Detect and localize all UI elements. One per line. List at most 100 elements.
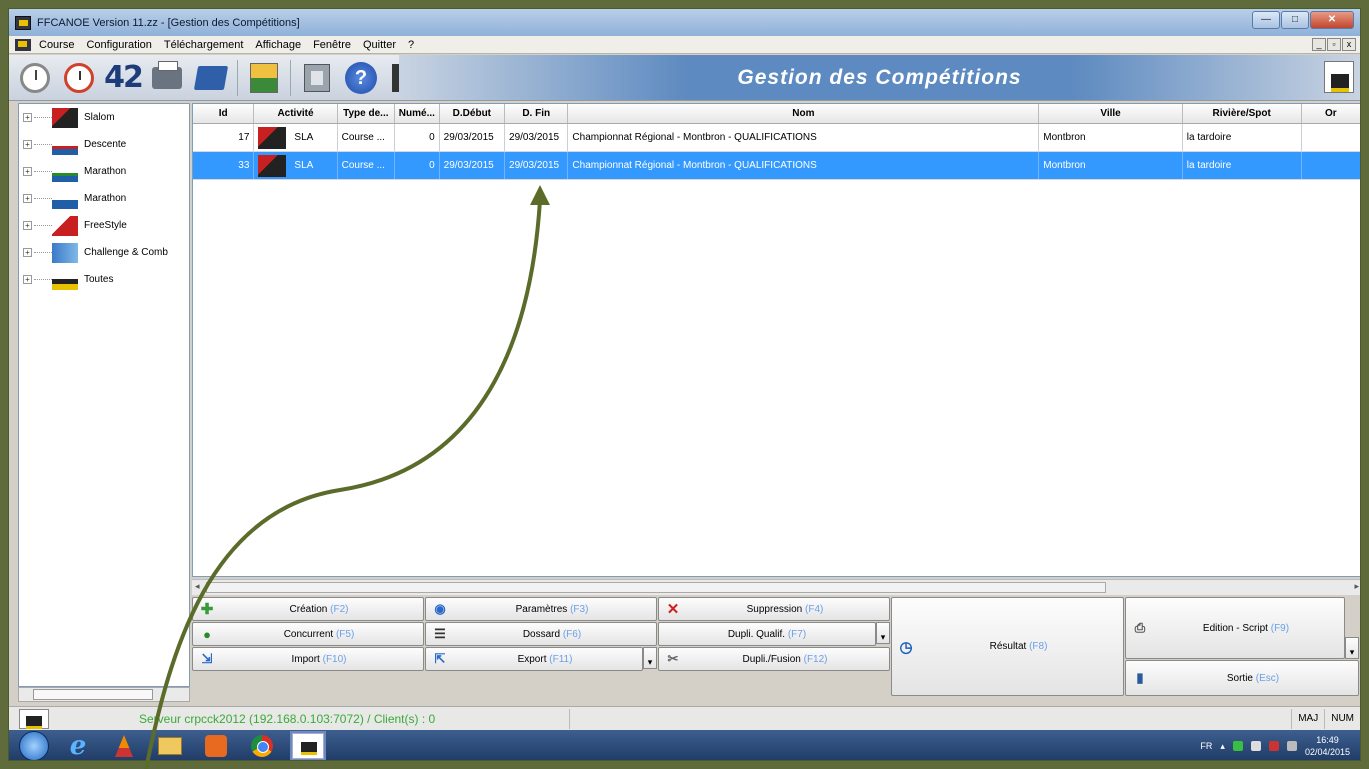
menu-quitter[interactable]: Quitter (357, 39, 402, 51)
battery-icon[interactable] (1250, 741, 1261, 751)
tree-item-toutes[interactable]: + Toutes (19, 266, 189, 293)
table-row[interactable]: 17 SLA Course ... 0 29/03/2015 29/03/201… (193, 124, 1360, 152)
creation-button[interactable]: ✚ Création (F2) (192, 597, 424, 621)
internet-explorer-icon: e (69, 731, 87, 761)
chrono-button[interactable] (17, 60, 53, 96)
menu-telechargement[interactable]: Téléchargement (158, 39, 250, 51)
tree-item-marathon[interactable]: + Marathon (19, 158, 189, 185)
sortie-button[interactable]: ▮ Sortie (Esc) (1125, 660, 1359, 696)
tree-item-descente[interactable]: + Descente (19, 131, 189, 158)
person-icon: ● (203, 626, 211, 642)
tree-item-label: Toutes (84, 274, 114, 285)
scroll-right-icon[interactable]: ▸ (1354, 581, 1359, 592)
expand-icon[interactable]: + (23, 113, 32, 122)
timer-button[interactable] (61, 60, 97, 96)
grid-scrollbar[interactable]: ◂ ▸ (192, 579, 1360, 595)
documents-button[interactable] (299, 60, 335, 96)
network-icon[interactable] (1232, 741, 1243, 751)
suppression-button[interactable]: ✕ Suppression (F4) (658, 597, 890, 621)
col-header-date-fin[interactable]: D. Fin (505, 104, 569, 123)
button-label: Paramètres (515, 603, 568, 615)
col-header-ville[interactable]: Ville (1039, 104, 1183, 123)
menu-affichage[interactable]: Affichage (249, 39, 307, 51)
tree-item-slalom[interactable]: + Slalom (19, 104, 189, 131)
taskbar-explorer[interactable] (153, 732, 187, 760)
expand-icon[interactable]: + (23, 167, 32, 176)
col-header-activite[interactable]: Activité (254, 104, 338, 123)
cell-or (1302, 124, 1360, 151)
col-header-or[interactable]: Or (1302, 104, 1360, 123)
window-title: FFCANOE Version 11.zz - [Gestion des Com… (37, 16, 300, 29)
taskbar-ie[interactable]: e (61, 731, 95, 761)
col-header-id[interactable]: Id (193, 104, 255, 123)
menu-help[interactable]: ? (402, 39, 420, 51)
language-indicator[interactable]: FR (1200, 741, 1212, 751)
expand-icon[interactable]: + (23, 140, 32, 149)
dupli-fusion-button[interactable]: ✂ Dupli./Fusion (F12) (658, 647, 890, 671)
scrollbar-thumb[interactable] (206, 582, 1106, 593)
menu-configuration[interactable]: Configuration (80, 39, 157, 51)
download-icon (250, 62, 278, 93)
taskbar-app[interactable] (199, 732, 233, 760)
col-header-numero[interactable]: Numé... (395, 104, 440, 123)
files-button[interactable] (193, 60, 229, 96)
counter-button[interactable]: 42 (104, 60, 144, 96)
dupli-qualif-button[interactable]: Dupli. Qualif. (F7) (658, 622, 876, 646)
edition-dropdown[interactable]: ▾ (1345, 637, 1359, 659)
expand-icon[interactable]: + (23, 221, 32, 230)
tree-scrollbar[interactable] (18, 687, 190, 702)
stopwatch-icon (64, 62, 94, 93)
expand-icon[interactable]: + (23, 248, 32, 257)
toolbar: 42 ? Gestion des Compétitions (9, 55, 1360, 101)
import-button[interactable]: ⇲ Import (F10) (192, 647, 424, 671)
resultat-button[interactable]: ◷ Résultat (F8) (891, 597, 1124, 696)
flag-icon[interactable] (1268, 741, 1279, 751)
col-header-riviere[interactable]: Rivière/Spot (1183, 104, 1302, 123)
menu-course[interactable]: Course (33, 39, 80, 51)
button-label: Résultat (989, 641, 1027, 652)
minimize-button[interactable]: — (1252, 11, 1280, 29)
concurrent-button[interactable]: ● Concurrent (F5) (192, 622, 424, 646)
maximize-button[interactable]: □ (1281, 11, 1309, 29)
volume-icon[interactable] (1286, 741, 1297, 751)
title-bar[interactable]: FFCANOE Version 11.zz - [Gestion des Com… (9, 9, 1360, 36)
download-button[interactable] (246, 60, 282, 96)
export-dropdown[interactable]: ▾ (643, 647, 657, 669)
taskbar-ffcanoe[interactable] (291, 732, 325, 760)
table-row-selected[interactable]: 33 SLA Course ... 0 29/03/2015 29/03/201… (193, 152, 1360, 180)
col-header-type[interactable]: Type de... (338, 104, 396, 123)
col-header-nom[interactable]: Nom (568, 104, 1040, 123)
dossard-button[interactable]: ☰ Dossard (F6) (425, 622, 657, 646)
menu-fenetre[interactable]: Fenêtre (307, 39, 357, 51)
print-button[interactable] (149, 60, 185, 96)
shortcut-key: (F11) (549, 653, 573, 665)
button-label: Dupli. Qualif. (727, 628, 786, 640)
start-button[interactable] (19, 731, 49, 760)
tray-expand-icon[interactable]: ▴ (1220, 741, 1225, 752)
taskbar-java[interactable] (107, 732, 141, 760)
slalom-icon (258, 126, 287, 149)
expand-icon[interactable]: + (23, 275, 32, 284)
export-button[interactable]: ⇱ Export (F11) (425, 647, 643, 671)
parametres-button[interactable]: ◉ Paramètres (F3) (425, 597, 657, 621)
col-header-date-debut[interactable]: D.Début (440, 104, 506, 123)
tree-item-freestyle[interactable]: + FreeStyle (19, 212, 189, 239)
mdi-restore-button[interactable]: ▫ (1327, 38, 1341, 51)
mdi-child-icon[interactable] (15, 38, 31, 51)
mdi-minimize-button[interactable]: _ (1312, 38, 1326, 51)
tree-item-challenge[interactable]: + Challenge & Comb (19, 239, 189, 266)
shortcut-key: (F12) (803, 653, 828, 665)
edition-script-button[interactable]: ⎙ Edition - Script (F9) (1125, 597, 1345, 659)
printer-icon (152, 60, 182, 89)
dupli-qualif-dropdown[interactable]: ▾ (876, 622, 890, 644)
scrollbar-thumb[interactable] (33, 689, 153, 700)
tree-item-label: Slalom (84, 112, 115, 123)
taskbar-chrome[interactable] (245, 732, 279, 760)
taskbar-clock[interactable]: 16:49 02/04/2015 (1305, 734, 1350, 758)
close-button[interactable]: ✕ (1310, 11, 1354, 29)
tree-item-marathon-2[interactable]: + Marathon (19, 185, 189, 212)
expand-icon[interactable]: + (23, 194, 32, 203)
mdi-close-button[interactable]: x (1342, 38, 1356, 51)
scroll-left-icon[interactable]: ◂ (195, 581, 200, 592)
help-button[interactable]: ? (343, 60, 379, 96)
